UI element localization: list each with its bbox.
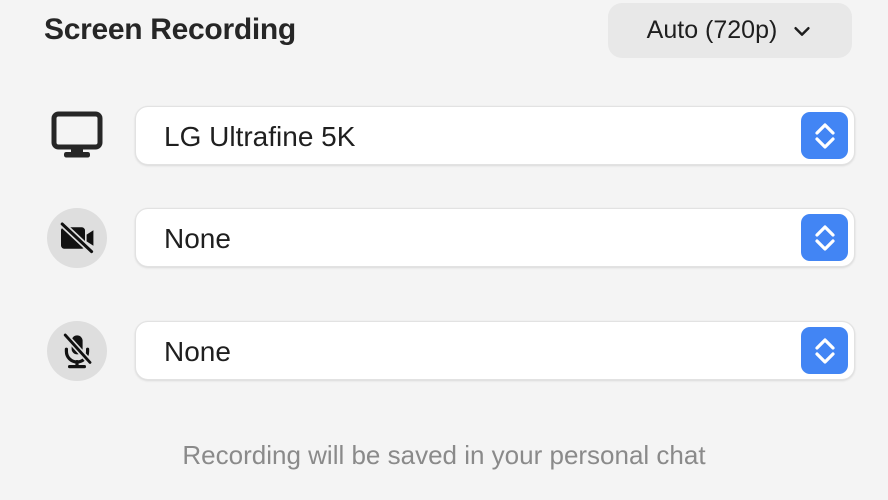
quality-selector-button[interactable]: Auto (720p) (608, 3, 852, 58)
monitor-icon (47, 106, 107, 166)
video-camera-off-icon (47, 208, 107, 268)
page-title: Screen Recording (44, 13, 296, 46)
chevron-up-down-icon (812, 121, 838, 151)
camera-source-row: None (0, 208, 888, 268)
camera-source-select[interactable]: None (135, 208, 855, 267)
header: Screen Recording Auto (720p) (0, 0, 888, 62)
screen-icon-slot (38, 106, 116, 166)
chevron-down-icon (791, 20, 813, 42)
quality-selector-label: Auto (720p) (646, 16, 778, 44)
microphone-source-select[interactable]: None (135, 321, 855, 380)
chevron-up-down-icon (812, 223, 838, 253)
save-location-note: Recording will be saved in your personal… (182, 440, 706, 470)
microphone-source-row: None (0, 321, 888, 381)
microphone-source-value: None (164, 336, 231, 367)
camera-source-stepper-button[interactable] (801, 214, 848, 261)
screen-source-value: LG Ultrafine 5K (164, 121, 356, 152)
camera-icon-slot (38, 208, 116, 268)
screen-source-select[interactable]: LG Ultrafine 5K (135, 106, 855, 165)
screen-source-row: LG Ultrafine 5K (0, 106, 888, 166)
microphone-off-icon (47, 321, 107, 381)
camera-source-value: None (164, 223, 231, 254)
microphone-icon-slot (38, 321, 116, 381)
screen-source-stepper-button[interactable] (801, 112, 848, 159)
chevron-up-down-icon (812, 336, 838, 366)
microphone-source-stepper-button[interactable] (801, 327, 848, 374)
